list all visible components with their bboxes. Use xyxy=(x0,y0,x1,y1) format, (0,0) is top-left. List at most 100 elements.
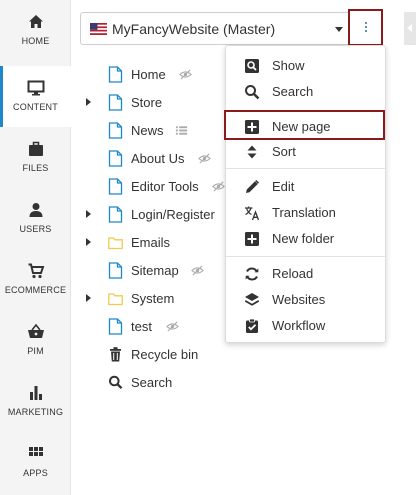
page-icon xyxy=(108,122,123,139)
tree-item[interactable]: test xyxy=(86,314,226,340)
tree-item[interactable]: Emails xyxy=(86,230,226,256)
tree-item-label: Home xyxy=(131,67,166,82)
nav-item-content[interactable]: CONTENT xyxy=(0,66,71,127)
cart-icon xyxy=(28,263,44,279)
tree-item[interactable]: News xyxy=(86,118,226,144)
menu-item-workflow[interactable]: Workflow xyxy=(226,313,387,339)
menu-item-new-folder[interactable]: New folder xyxy=(226,226,387,252)
nav-label: APPS xyxy=(23,468,48,478)
menu-item-websites[interactable]: Websites xyxy=(226,287,387,313)
site-selector-value: MyFancyWebsite (Master) xyxy=(112,21,276,37)
nav-label: ECOMMERCE xyxy=(4,285,67,295)
nav-item-users[interactable]: USERS xyxy=(0,188,71,249)
nav-label: PIM xyxy=(27,346,44,356)
site-selector[interactable]: MyFancyWebsite (Master) xyxy=(80,12,351,45)
nav-item-files[interactable]: FILES xyxy=(0,127,71,188)
page-icon xyxy=(108,206,123,223)
folder-icon xyxy=(108,293,123,306)
tree-item[interactable]: Sitemap xyxy=(86,258,226,284)
nav-label: FILES xyxy=(22,163,49,173)
tree-item-label: Search xyxy=(131,375,173,390)
search-icon xyxy=(109,375,123,390)
tree-item-label: About Us xyxy=(131,151,185,166)
hidden-eye-icon xyxy=(212,181,225,192)
nav-item-marketing[interactable]: MARKETING xyxy=(0,371,71,432)
preview-icon xyxy=(245,59,259,73)
menu-divider xyxy=(226,168,387,169)
tree-item[interactable]: About Us xyxy=(86,146,226,172)
tree-item-label: News xyxy=(131,123,164,138)
trash-icon xyxy=(110,347,121,362)
user-icon xyxy=(29,203,42,217)
page-icon xyxy=(108,94,123,111)
tree-item[interactable]: Home xyxy=(86,62,226,88)
tree-item-recycle-bin[interactable]: Recycle bin xyxy=(86,342,226,368)
nav-item-pim[interactable]: PIM xyxy=(0,310,71,371)
menu-item-label: Workflow xyxy=(272,318,326,333)
collapse-panel-handle[interactable] xyxy=(404,12,416,45)
expand-arrow-icon[interactable] xyxy=(86,98,91,106)
nav-item-ecommerce[interactable]: ECOMMERCE xyxy=(0,249,71,310)
page-icon xyxy=(108,178,123,195)
menu-divider xyxy=(226,256,387,257)
nav-label: HOME xyxy=(21,36,50,46)
vertical-dots-icon xyxy=(365,22,368,35)
tree-item-label: System xyxy=(131,291,175,306)
nav-label: USERS xyxy=(19,224,52,234)
menu-item-show[interactable]: Show xyxy=(226,53,387,79)
us-flag-icon xyxy=(90,23,107,35)
menu-item-sort[interactable]: Sort xyxy=(226,139,387,165)
menu-item-label: Translation xyxy=(272,205,336,220)
menu-item-label: New page xyxy=(272,119,331,134)
tree-item[interactable]: Store xyxy=(86,90,226,116)
reload-icon xyxy=(245,267,259,281)
clipboard-check-icon xyxy=(246,318,258,333)
expand-arrow-icon[interactable] xyxy=(86,294,91,302)
menu-item-label: New folder xyxy=(272,231,335,246)
menu-item-translation[interactable]: Translation xyxy=(226,200,387,226)
nav-item-apps[interactable]: APPS xyxy=(0,432,71,493)
menu-item-search[interactable]: Search xyxy=(226,79,387,105)
menu-item-label: Reload xyxy=(272,266,314,281)
main-navigation: HOME CONTENT FILES USERS ECOMMERCE PIM M… xyxy=(0,0,71,495)
menu-divider xyxy=(226,110,387,111)
folder-icon xyxy=(108,237,123,250)
tree-item-label: Editor Tools xyxy=(131,179,199,194)
page-icon xyxy=(108,262,123,279)
menu-item-label: Show xyxy=(272,58,305,73)
page-icon xyxy=(108,318,123,335)
nav-label: CONTENT xyxy=(13,102,58,112)
more-options-button[interactable] xyxy=(348,9,383,46)
sort-icon xyxy=(247,145,257,159)
expand-arrow-icon[interactable] xyxy=(86,238,91,246)
menu-item-label: Search xyxy=(272,84,314,99)
tree-item-search[interactable]: Search xyxy=(86,370,226,396)
list-icon xyxy=(175,126,188,135)
hidden-eye-icon xyxy=(191,265,204,276)
tree-item-label: test xyxy=(131,319,152,334)
expand-arrow-icon[interactable] xyxy=(86,210,91,218)
menu-item-new-page[interactable]: New page xyxy=(226,114,387,140)
plus-square-icon xyxy=(245,120,259,134)
translate-icon xyxy=(245,206,260,221)
page-icon xyxy=(108,150,123,167)
hidden-eye-icon xyxy=(198,153,211,164)
nav-item-home[interactable]: HOME xyxy=(0,0,71,61)
tree-item[interactable]: System xyxy=(86,286,226,312)
tree-item[interactable]: Login/Register xyxy=(86,202,226,228)
menu-item-reload[interactable]: Reload xyxy=(226,261,387,287)
briefcase-icon xyxy=(28,141,43,156)
menu-item-label: Edit xyxy=(272,179,295,194)
context-menu: Show Search New page Sort Edit Translati… xyxy=(225,45,387,343)
grid-icon xyxy=(28,447,43,456)
nav-label: MARKETING xyxy=(7,407,64,417)
menu-item-edit[interactable]: Edit xyxy=(226,174,387,200)
bar-chart-icon xyxy=(29,386,42,400)
chevron-down-icon xyxy=(335,27,343,32)
search-icon xyxy=(245,85,260,100)
basket-icon xyxy=(27,323,44,338)
hidden-eye-icon xyxy=(179,69,192,80)
tree-item[interactable]: Editor Tools xyxy=(86,174,226,200)
tree-item-label: Emails xyxy=(131,235,171,250)
home-icon xyxy=(28,15,43,28)
